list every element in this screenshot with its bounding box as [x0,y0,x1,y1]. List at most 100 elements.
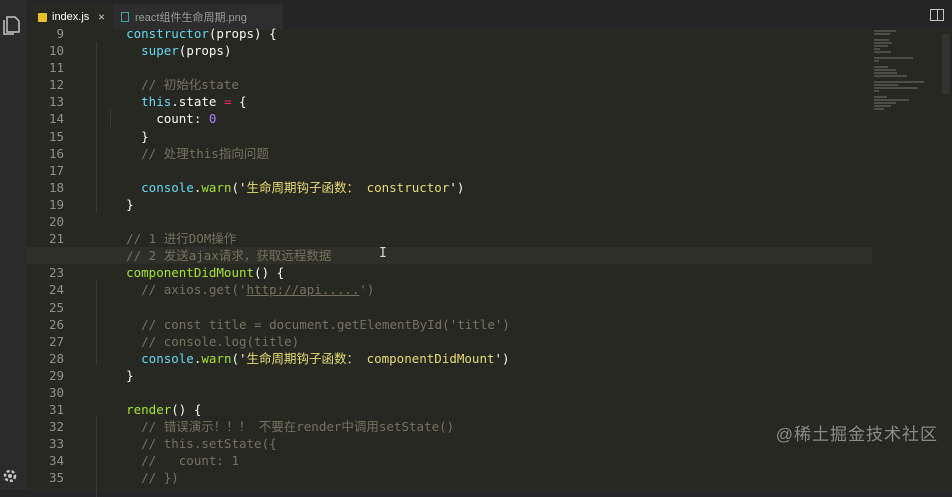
code-line[interactable]: } [96,128,872,145]
minimap-line [874,84,899,86]
text-cursor-icon: I [379,246,387,261]
line-number: 18 [48,179,64,195]
code-token: // 初始化state [96,77,239,93]
code-token: state [178,94,224,110]
code-token: ') [494,350,510,366]
minimap-line [874,48,881,50]
code-line[interactable]: // 初始化state [96,76,872,93]
minimap-line [874,90,879,92]
minimap-line [874,66,889,68]
code-area[interactable]: constructor(props) { super(props) // 初始化… [27,25,872,487]
code-token: // 2 发送ajax请求，获取远程数据 [96,248,332,264]
code-token: console [96,350,194,366]
code-line[interactable]: // 错误演示！！！ 不要在render中调用setState() [96,418,872,435]
line-number: 23 [48,265,64,281]
code-token: componentDidMount [96,265,255,281]
minimap-line [874,81,924,83]
code-token: // count: 1 [96,453,239,469]
code-line[interactable]: count: 0 [96,110,872,127]
code-line[interactable]: componentDidMount() { [96,264,872,281]
code-token: ') [449,179,465,195]
minimap-line [874,75,908,77]
line-number: 17 [48,162,64,178]
explorer-files-icon[interactable] [2,14,24,36]
code-line[interactable]: // const title = document.getElementById… [96,316,872,333]
code-line[interactable]: super(props) [96,42,872,59]
line-number: 12 [48,77,64,93]
code-line[interactable]: console.warn('生命周期钩子函数： componentDidMoun… [96,350,872,367]
code-line[interactable]: console.warn('生命周期钩子函数： constructor') [96,179,872,196]
line-number: 25 [48,299,64,315]
code-token: } [96,128,149,144]
minimap-line [874,42,892,44]
js-file-icon [38,12,47,22]
code-line[interactable] [96,384,872,401]
code-line[interactable] [96,299,872,316]
image-file-icon [121,12,129,22]
code-token: constructor [96,26,209,41]
code-line[interactable] [96,59,872,76]
code-token: warn [201,350,232,366]
line-number: 19 [48,196,64,212]
minimap-line [874,30,896,32]
line-number: 20 [48,214,64,230]
code-line[interactable]: this.state = { [96,93,872,110]
vertical-scrollbar[interactable] [938,30,952,490]
minimap-line [874,108,884,110]
line-number: 27 [48,333,64,349]
code-line[interactable]: // }) [96,469,872,486]
split-editor-icon[interactable] [930,9,944,21]
minimap-line [874,72,897,74]
line-number: 16 [48,145,64,161]
code-line[interactable]: // this.setState({ [96,435,872,452]
line-number: 29 [48,367,64,383]
line-number: 15 [48,128,64,144]
minimap-line [874,105,892,107]
tab-label: index.js [52,11,90,23]
minimap[interactable] [874,30,924,110]
activity-bar [0,0,28,490]
minimap-line [874,96,887,98]
code-token: ') [359,282,375,298]
code-line[interactable]: // count: 1 [96,452,872,469]
code-token: } [96,196,134,212]
line-number: 24 [48,282,64,298]
scrollbar-thumb[interactable] [942,34,950,94]
code-line[interactable] [96,162,872,179]
code-token: 生命周期钩子函数： constructor [246,179,450,195]
code-line[interactable]: render() { [96,401,872,418]
code-token: super [96,43,179,59]
line-number: 14 [48,111,64,127]
code-line[interactable]: constructor(props) { [96,25,872,42]
code-token: (props) { [208,26,277,41]
line-number: 21 [48,231,64,247]
line-number: 35 [48,470,64,486]
code-token: http://api..... [246,282,360,298]
line-number: 32 [48,419,64,435]
close-icon[interactable]: × [98,10,105,24]
code-line[interactable]: } [96,196,872,213]
code-token: // 处理this指向问题 [96,145,269,161]
code-token: } [96,367,134,383]
line-number: 34 [48,453,64,469]
code-line[interactable]: // 1 进行DOM操作 [96,230,872,247]
code-line[interactable]: // 2 发送ajax请求，获取远程数据 [27,247,872,265]
code-line[interactable]: // axios.get('http://api.....') [96,281,872,298]
code-line[interactable]: // 处理this指向问题 [96,145,872,162]
minimap-line [874,57,913,59]
line-number: 33 [48,436,64,452]
code-line[interactable]: } [96,367,872,384]
code-token: 生命周期钩子函数： componentDidMount [246,350,495,366]
code-line[interactable] [96,213,872,230]
gear-icon[interactable] [0,466,20,486]
code-line[interactable]: // console.log(title) [96,333,872,350]
code-token: render [96,402,172,418]
line-number: 28 [48,350,64,366]
minimap-line [874,69,896,71]
code-token: warn [201,179,232,195]
minimap-line [874,45,889,47]
minimap-line [874,51,892,53]
code-token: // }) [96,470,179,486]
line-number: 9 [56,26,64,41]
tab-label: react组件生命周期.png [135,12,247,24]
